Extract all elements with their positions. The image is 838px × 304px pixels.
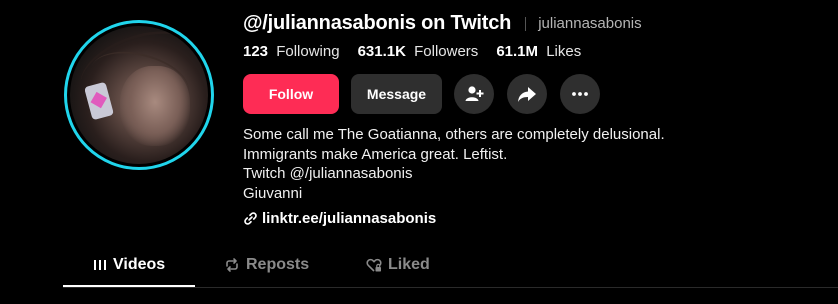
followers-count: 631.1K — [357, 43, 406, 60]
following-label: Following — [276, 43, 340, 60]
profile-stats: 123 Following 631.1K Followers 61.1M Lik… — [243, 43, 599, 60]
profile-tabs: Videos Reposts Liked — [63, 248, 838, 288]
tab-liked[interactable]: Liked — [366, 256, 430, 274]
share-icon — [518, 87, 536, 102]
bio-line: Immigrants make America great. Leftist. — [243, 145, 508, 163]
divider — [525, 16, 527, 31]
bio-line: Twitch @/juliannasabonis — [243, 165, 413, 182]
stat-followers[interactable]: 631.1K Followers — [358, 43, 479, 60]
tab-reposts[interactable]: Reposts — [224, 256, 309, 274]
grid-icon — [94, 260, 106, 270]
more-button[interactable] — [560, 74, 600, 114]
stat-following[interactable]: 123 Following — [243, 43, 340, 60]
profile-link[interactable]: linktr.ee/juliannasabonis — [243, 210, 436, 227]
tabs-divider — [63, 287, 838, 288]
username: juliannasabonis — [538, 15, 642, 32]
message-button[interactable]: Message — [351, 74, 442, 114]
repost-icon — [226, 258, 238, 272]
avatar-image — [70, 26, 208, 164]
likes-label: Likes — [546, 43, 582, 60]
profile-actions: Follow Message — [243, 74, 613, 114]
bio-line: Some call me The Goatianna, others are c… — [243, 126, 665, 143]
tab-videos[interactable]: Videos — [93, 256, 165, 274]
add-friend-icon — [465, 86, 484, 101]
share-button[interactable] — [507, 74, 547, 114]
link-text: linktr.ee/juliannasabonis — [262, 210, 437, 227]
add-friend-button[interactable] — [454, 74, 494, 114]
link-icon — [244, 212, 257, 225]
followers-label: Followers — [414, 43, 479, 60]
tab-videos-label: Videos — [113, 256, 166, 273]
heart-lock-icon — [366, 258, 382, 272]
likes-count: 61.1M — [496, 43, 539, 60]
stat-likes: 61.1M Likes — [496, 43, 581, 60]
bio: Some call me The Goatianna, others are c… — [243, 125, 665, 203]
profile-header: @/juliannasabonis on Twitch juliannasabo… — [243, 12, 642, 35]
display-name: @/juliannasabonis on Twitch — [243, 12, 512, 34]
tab-reposts-label: Reposts — [246, 256, 310, 273]
bio-line: Giuvanni — [243, 184, 303, 202]
avatar[interactable] — [64, 20, 214, 170]
tab-liked-label: Liked — [388, 256, 430, 273]
follow-button[interactable]: Follow — [243, 74, 339, 114]
following-count: 123 — [243, 43, 269, 60]
more-icon — [572, 92, 588, 96]
